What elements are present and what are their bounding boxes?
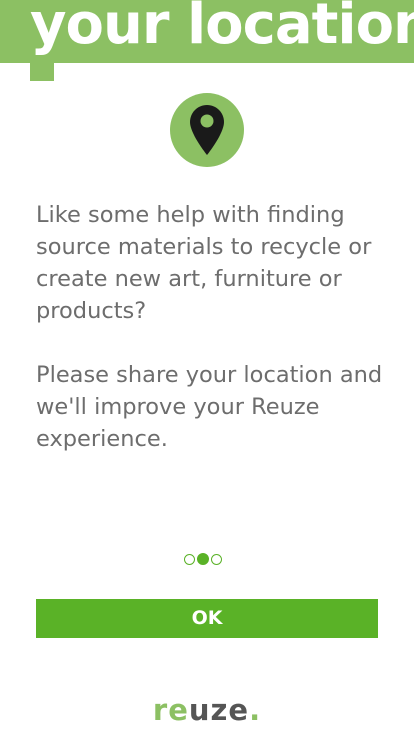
- logo-part-uze: uze: [188, 693, 250, 727]
- page-dot-1[interactable]: [184, 553, 195, 565]
- logo-part-re: re: [152, 693, 189, 727]
- request-paragraph: Please share your location and we'll imp…: [36, 362, 383, 452]
- ok-button[interactable]: OK: [36, 599, 378, 638]
- header-notch: [30, 63, 54, 81]
- page-dot-2[interactable]: [197, 553, 209, 565]
- location-icon-badge: [170, 93, 244, 167]
- page-dot-3[interactable]: [211, 553, 222, 565]
- intro-paragraph: Like some help with finding source mater…: [36, 202, 372, 324]
- page-indicator: [184, 552, 222, 566]
- location-onboarding-screen: your location Like some help with findin…: [0, 0, 414, 736]
- reuze-logo: reuze.: [0, 690, 414, 730]
- logo-part-dot: .: [249, 693, 262, 727]
- page-title: your location: [30, 0, 414, 57]
- map-pin-icon: [190, 105, 224, 155]
